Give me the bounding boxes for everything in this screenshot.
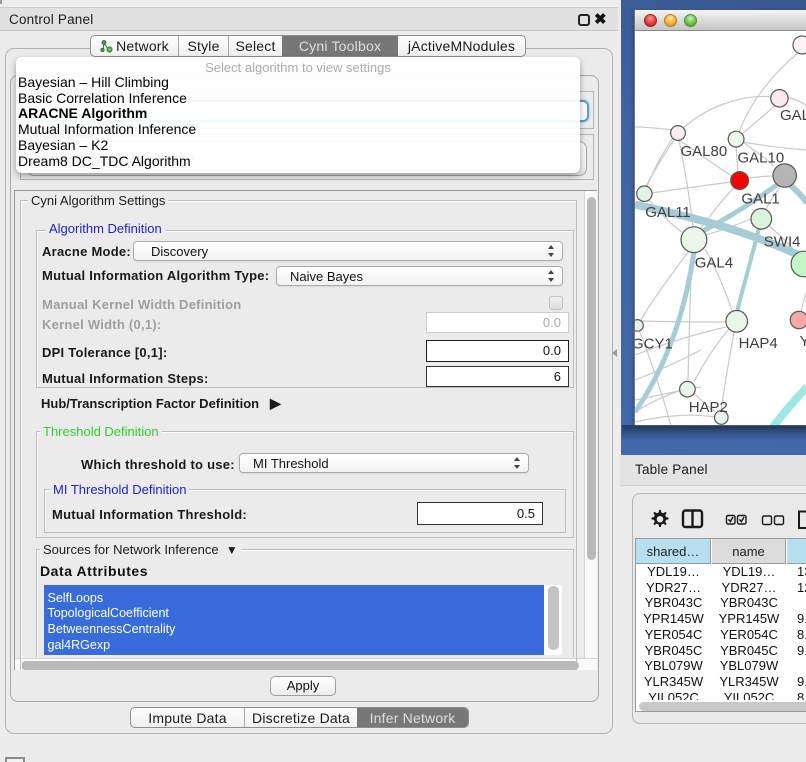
- svg-text:GAL10: GAL10: [738, 150, 785, 167]
- svg-text:GAL11: GAL11: [645, 204, 691, 221]
- svg-text:GCY1: GCY1: [635, 335, 673, 352]
- svg-text:YB: YB: [800, 333, 806, 350]
- svg-text:HAP2: HAP2: [689, 399, 728, 416]
- svg-text:GAL4: GAL4: [695, 254, 733, 271]
- svg-text:GAL2: GAL2: [780, 107, 806, 124]
- svg-text:SWI4: SWI4: [764, 234, 801, 251]
- svg-text:GAL1: GAL1: [741, 191, 779, 208]
- svg-text:HAP4: HAP4: [739, 335, 778, 352]
- svg-text:GAL80: GAL80: [681, 143, 728, 160]
